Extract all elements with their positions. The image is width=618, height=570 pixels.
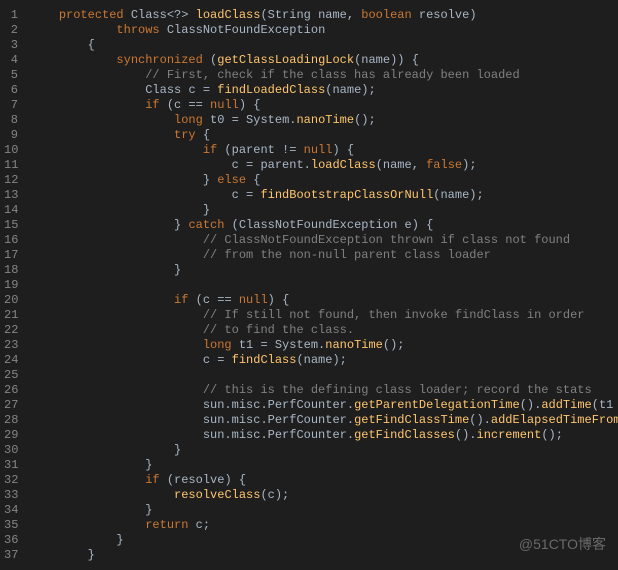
- code-line[interactable]: // First, check if the class has already…: [30, 68, 618, 83]
- code-line[interactable]: } catch (ClassNotFoundException e) {: [30, 218, 618, 233]
- line-number: 12: [4, 173, 18, 188]
- line-number: 16: [4, 233, 18, 248]
- code-area[interactable]: protected Class<?> loadClass(String name…: [26, 0, 618, 570]
- line-number: 7: [4, 98, 18, 113]
- line-number: 8: [4, 113, 18, 128]
- code-line[interactable]: long t1 = System.nanoTime();: [30, 338, 618, 353]
- line-number: 13: [4, 188, 18, 203]
- line-number: 1: [4, 8, 18, 23]
- code-line[interactable]: c = findClass(name);: [30, 353, 618, 368]
- code-line[interactable]: // this is the defining class loader; re…: [30, 383, 618, 398]
- code-line[interactable]: sun.misc.PerfCounter.getParentDelegation…: [30, 398, 618, 413]
- code-line[interactable]: protected Class<?> loadClass(String name…: [30, 8, 618, 23]
- line-number: 21: [4, 308, 18, 323]
- watermark: @51CTO博客: [519, 537, 606, 552]
- line-number: 15: [4, 218, 18, 233]
- line-number: 20: [4, 293, 18, 308]
- line-number: 25: [4, 368, 18, 383]
- code-line[interactable]: Class c = findLoadedClass(name);: [30, 83, 618, 98]
- code-line[interactable]: sun.misc.PerfCounter.getFindClasses().in…: [30, 428, 618, 443]
- line-number: 37: [4, 548, 18, 563]
- code-line[interactable]: c = parent.loadClass(name, false);: [30, 158, 618, 173]
- line-number: 9: [4, 128, 18, 143]
- line-number: 32: [4, 473, 18, 488]
- line-number: 23: [4, 338, 18, 353]
- code-line[interactable]: try {: [30, 128, 618, 143]
- line-number: 17: [4, 248, 18, 263]
- line-number-gutter: 1234567891011121314151617181920212223242…: [0, 0, 26, 570]
- line-number: 14: [4, 203, 18, 218]
- code-line[interactable]: if (c == null) {: [30, 293, 618, 308]
- code-line[interactable]: }: [30, 443, 618, 458]
- code-line[interactable]: long t0 = System.nanoTime();: [30, 113, 618, 128]
- code-editor[interactable]: 1234567891011121314151617181920212223242…: [0, 0, 618, 570]
- code-line[interactable]: // from the non-null parent class loader: [30, 248, 618, 263]
- line-number: 19: [4, 278, 18, 293]
- code-line[interactable]: c = findBootstrapClassOrNull(name);: [30, 188, 618, 203]
- line-number: 18: [4, 263, 18, 278]
- code-line[interactable]: sun.misc.PerfCounter.getFindClassTime().…: [30, 413, 618, 428]
- line-number: 26: [4, 383, 18, 398]
- line-number: 11: [4, 158, 18, 173]
- line-number: 6: [4, 83, 18, 98]
- code-line[interactable]: [30, 278, 618, 293]
- code-line[interactable]: if (c == null) {: [30, 98, 618, 113]
- line-number: 4: [4, 53, 18, 68]
- code-line[interactable]: } else {: [30, 173, 618, 188]
- line-number: 24: [4, 353, 18, 368]
- line-number: 5: [4, 68, 18, 83]
- line-number: 28: [4, 413, 18, 428]
- code-line[interactable]: {: [30, 38, 618, 53]
- code-line[interactable]: throws ClassNotFoundException: [30, 23, 618, 38]
- line-number: 3: [4, 38, 18, 53]
- line-number: 27: [4, 398, 18, 413]
- line-number: 34: [4, 503, 18, 518]
- code-line[interactable]: }: [30, 458, 618, 473]
- line-number: 2: [4, 23, 18, 38]
- code-line[interactable]: [30, 368, 618, 383]
- code-line[interactable]: synchronized (getClassLoadingLock(name))…: [30, 53, 618, 68]
- line-number: 31: [4, 458, 18, 473]
- line-number: 10: [4, 143, 18, 158]
- code-line[interactable]: }: [30, 203, 618, 218]
- line-number: 30: [4, 443, 18, 458]
- code-line[interactable]: // to find the class.: [30, 323, 618, 338]
- code-line[interactable]: return c;: [30, 518, 618, 533]
- line-number: 35: [4, 518, 18, 533]
- code-line[interactable]: resolveClass(c);: [30, 488, 618, 503]
- code-line[interactable]: if (resolve) {: [30, 473, 618, 488]
- code-line[interactable]: // ClassNotFoundException thrown if clas…: [30, 233, 618, 248]
- line-number: 29: [4, 428, 18, 443]
- line-number: 36: [4, 533, 18, 548]
- line-number: 22: [4, 323, 18, 338]
- code-line[interactable]: }: [30, 263, 618, 278]
- code-line[interactable]: }: [30, 503, 618, 518]
- code-line[interactable]: if (parent != null) {: [30, 143, 618, 158]
- line-number: 33: [4, 488, 18, 503]
- code-line[interactable]: // If still not found, then invoke findC…: [30, 308, 618, 323]
